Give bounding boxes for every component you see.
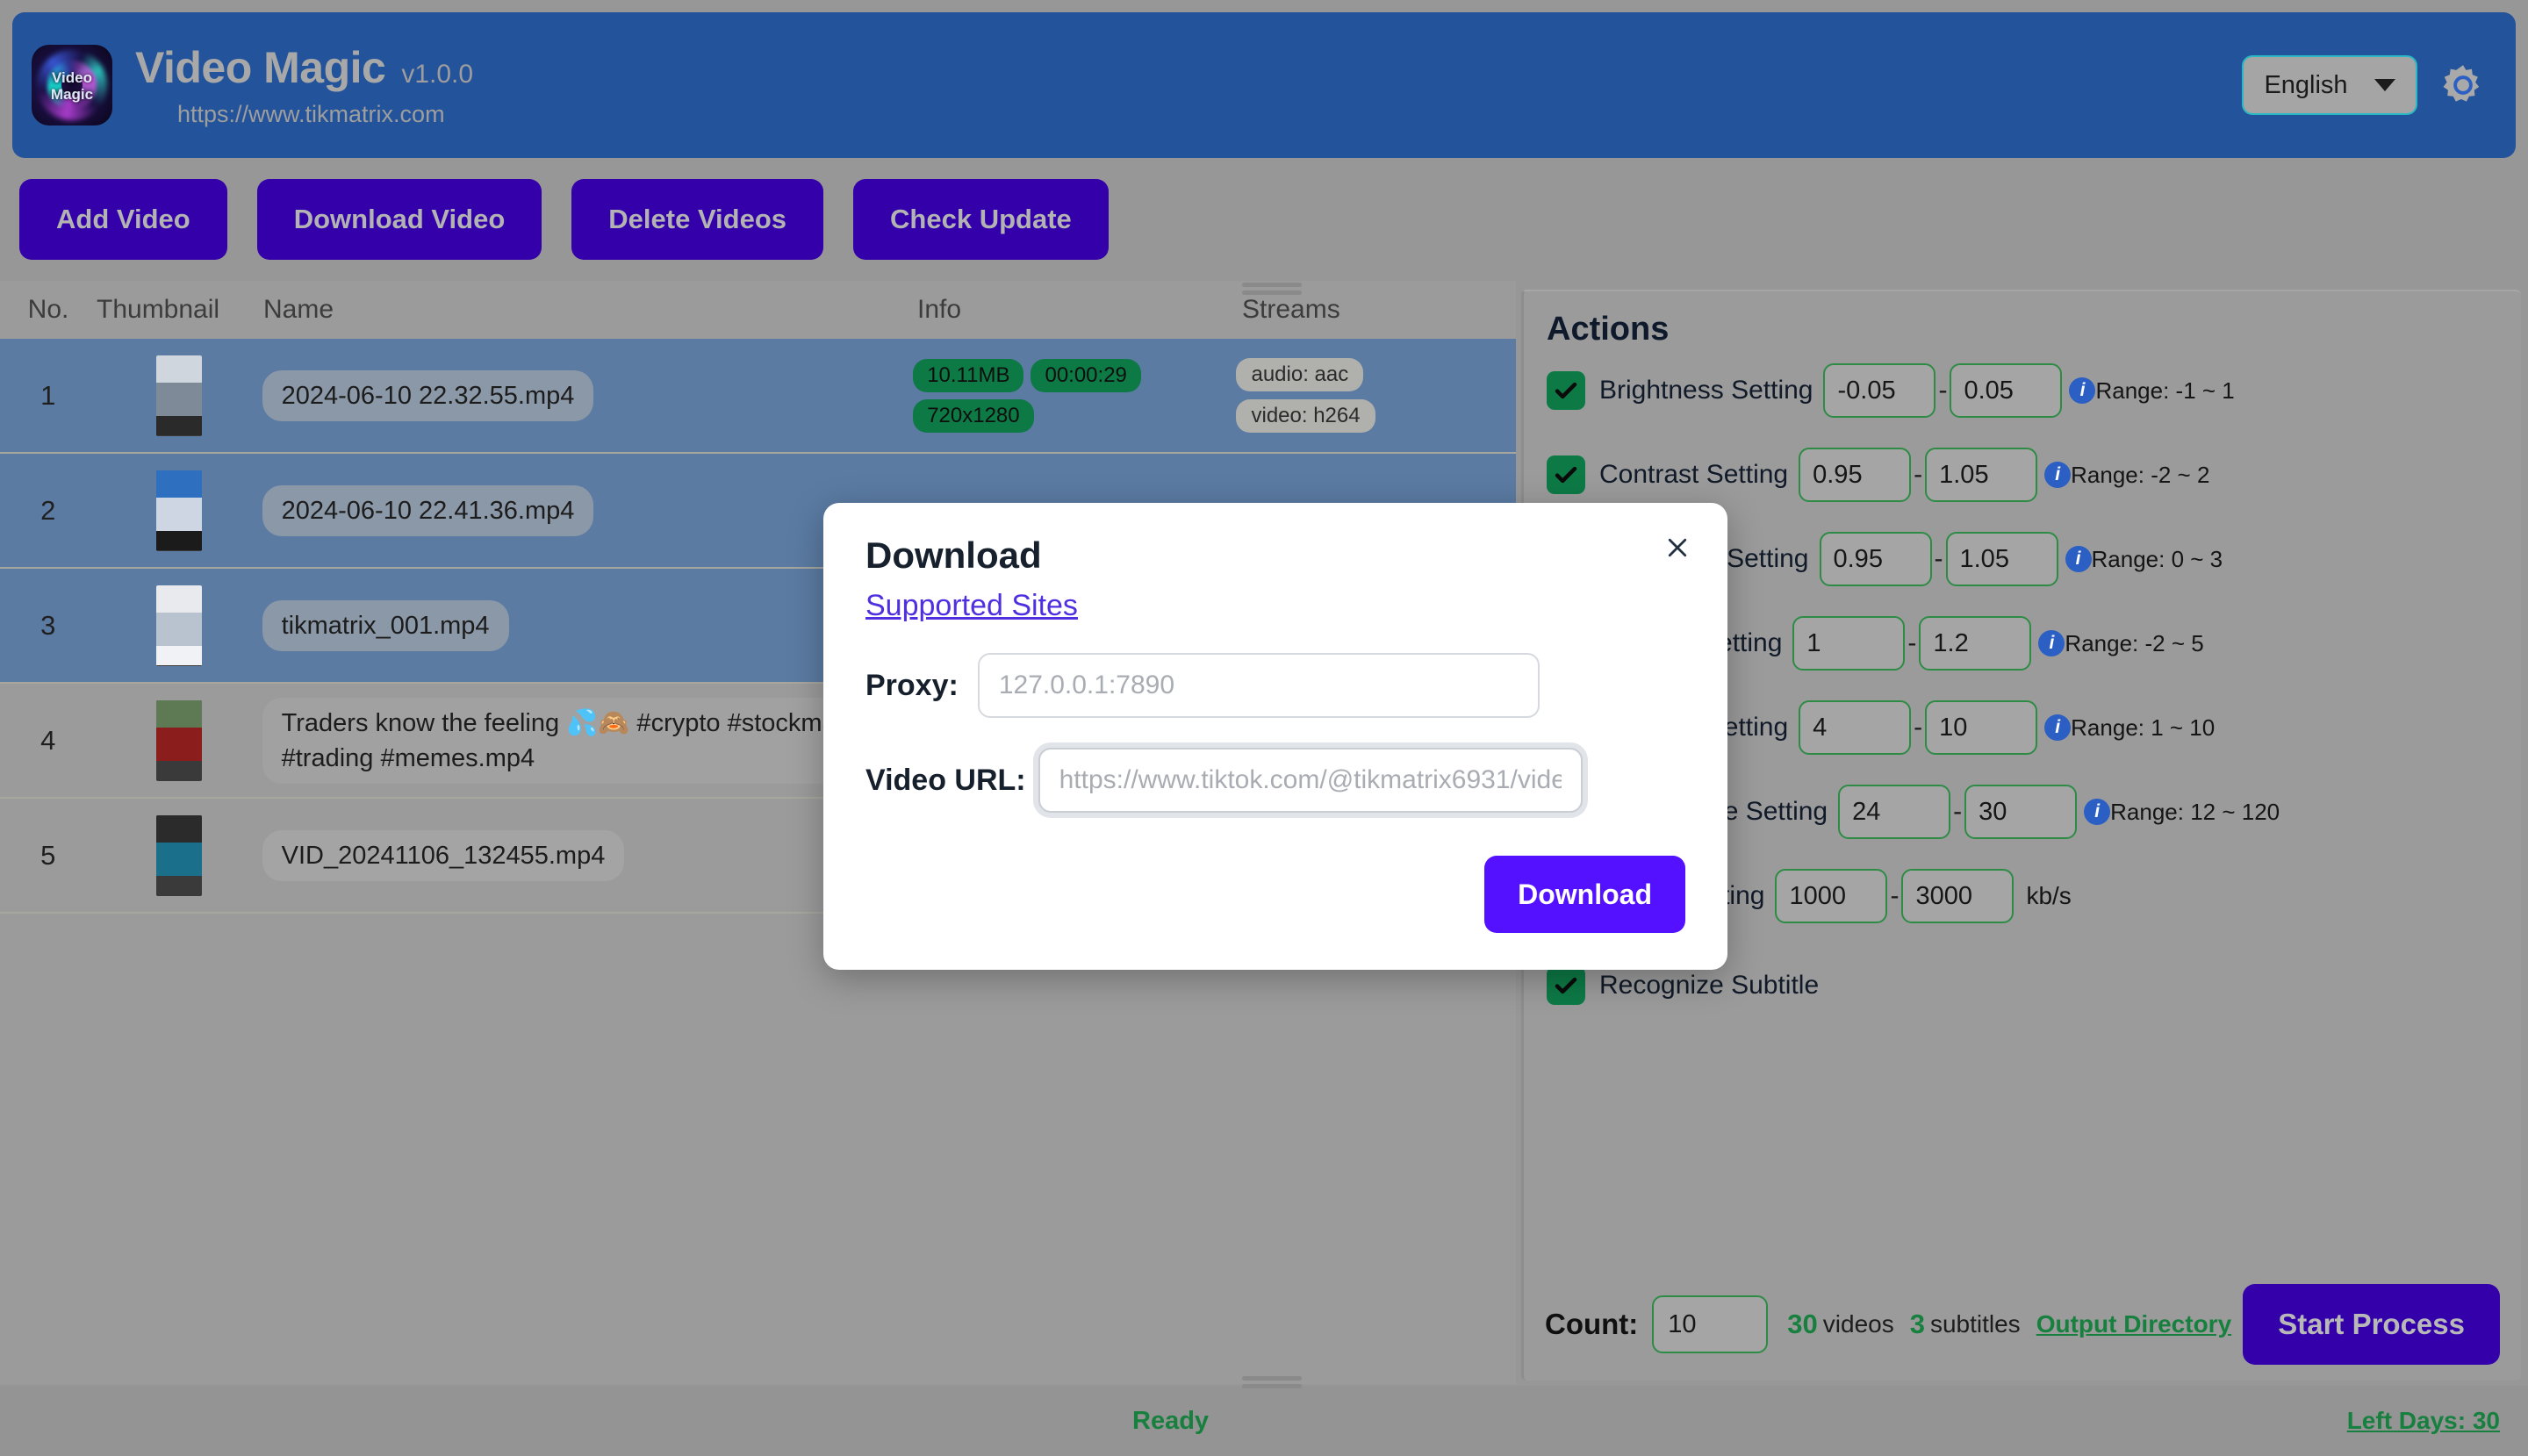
video-url-field-row: Video URL: xyxy=(865,748,1727,813)
logo-text: Video Magic xyxy=(32,69,112,103)
close-icon[interactable] xyxy=(1657,527,1698,568)
app-root: Video Magic Video Magic v1.0.0 https://w… xyxy=(0,0,2528,1456)
proxy-label: Proxy: xyxy=(865,668,959,702)
modal-title: Download xyxy=(865,534,1042,576)
proxy-input[interactable] xyxy=(977,653,1540,718)
modal-download-button[interactable]: Download xyxy=(1484,856,1685,933)
panel-resize-handle-bottom[interactable] xyxy=(1242,1376,1302,1388)
logo-text-line1: Video xyxy=(52,69,92,86)
video-url-label: Video URL: xyxy=(865,763,1026,797)
video-url-input[interactable] xyxy=(1038,748,1583,813)
panel-resize-handle-top[interactable] xyxy=(1242,283,1302,295)
logo-text-line2: Magic xyxy=(50,86,94,103)
supported-sites-link[interactable]: Supported Sites xyxy=(865,589,1078,623)
proxy-field-row: Proxy: xyxy=(865,653,1727,718)
download-modal: Download Supported Sites Proxy: Video UR… xyxy=(823,503,1727,970)
